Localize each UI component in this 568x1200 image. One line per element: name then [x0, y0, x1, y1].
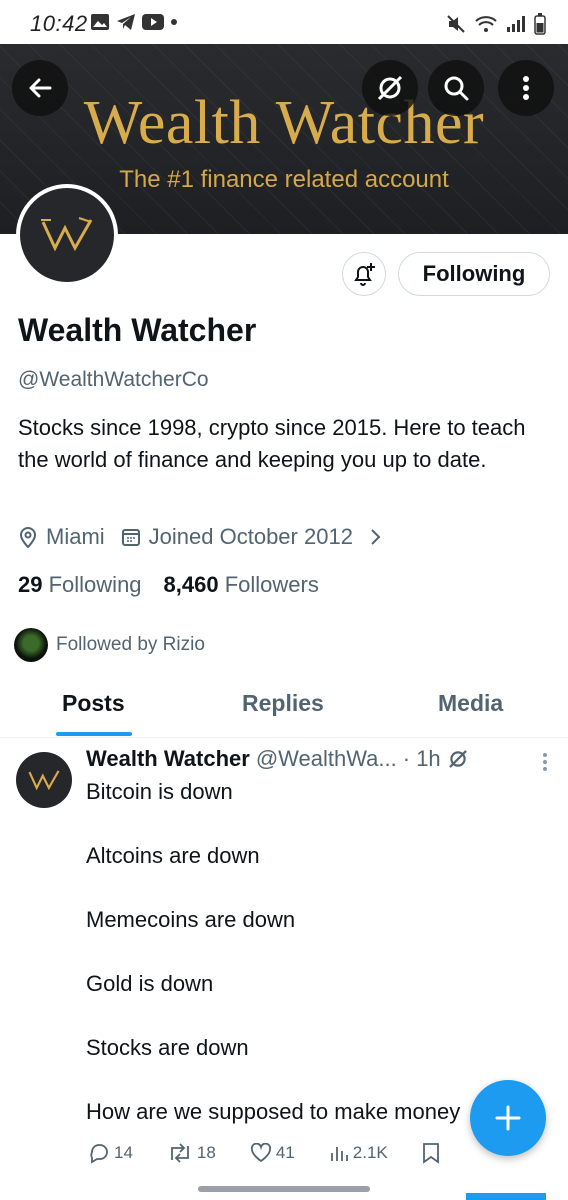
following-link[interactable]: 29 Following: [18, 572, 142, 598]
ww-logo-icon: [41, 217, 93, 252]
reply-icon: [90, 1144, 108, 1164]
more-vertical-icon: [543, 753, 547, 771]
heart-icon: [250, 1143, 271, 1163]
search-icon: [444, 76, 469, 101]
tweet-actions: 14 18 41 2.1K: [88, 1142, 474, 1164]
follow-counts: 29 Following 8,460 Followers: [18, 572, 319, 598]
wifi-icon: [475, 16, 497, 32]
telegram-icon: [117, 14, 135, 30]
bookmark-button[interactable]: [422, 1142, 440, 1164]
status-time: 10:42: [30, 11, 88, 36]
mute-icon: [447, 15, 465, 33]
home-indicator[interactable]: [198, 1186, 370, 1192]
grok-icon: [377, 75, 403, 101]
banner-title: Wealth Watcher: [83, 89, 485, 157]
status-bar: 10:42: [0, 0, 568, 44]
more-options-button[interactable]: [498, 60, 554, 116]
youtube-icon: [142, 14, 164, 30]
followers-link[interactable]: 8,460 Followers: [164, 572, 319, 598]
gallery-icon: [91, 14, 109, 30]
compose-button[interactable]: [470, 1080, 546, 1156]
follower-avatar: [14, 628, 48, 662]
tweet-text: Bitcoin is down Altcoins are down Memeco…: [86, 779, 461, 1124]
followed-by-text: Followed by Rizio: [56, 634, 205, 655]
grok-button[interactable]: [362, 60, 418, 116]
notifications-bell-button[interactable]: [342, 252, 386, 296]
tab-replies[interactable]: Replies: [242, 690, 324, 717]
tweet-author[interactable]: Wealth Watcher: [86, 746, 250, 772]
profile-name: Wealth Watcher: [18, 312, 257, 348]
profile-location: Miami: [46, 524, 105, 549]
bottom-nav-edge: [466, 1193, 546, 1200]
tweet-time: · 1h: [402, 746, 441, 771]
signal-icon: [507, 16, 525, 32]
dot-icon: [171, 19, 177, 25]
active-tab-indicator: [56, 732, 132, 736]
reply-button[interactable]: 14: [88, 1142, 133, 1164]
bar-chart-icon: [330, 1147, 348, 1161]
bell-plus-icon: [354, 263, 375, 286]
notification-icons: [90, 13, 178, 31]
calendar-icon: [121, 529, 140, 546]
system-icons: [446, 13, 546, 35]
tab-media[interactable]: Media: [438, 690, 503, 717]
profile-joined: Joined October 2012: [148, 524, 353, 549]
tweet-handle: @WealthWa...: [255, 746, 397, 771]
like-button[interactable]: 41: [250, 1143, 295, 1163]
profile-handle: @WealthWatcherCo: [18, 368, 209, 391]
profile-meta: Miami Joined October 2012: [18, 524, 383, 550]
retweet-icon: [171, 1143, 189, 1163]
battery-icon: [534, 13, 546, 35]
chevron-right-icon[interactable]: [369, 527, 383, 547]
views-button[interactable]: 2.1K: [329, 1143, 388, 1163]
back-button[interactable]: [12, 60, 68, 116]
following-button[interactable]: Following: [398, 252, 550, 296]
profile-tabs: Posts Replies Media: [0, 680, 568, 738]
more-vertical-icon: [523, 76, 529, 100]
bookmark-icon: [422, 1143, 439, 1164]
tweet-more-button[interactable]: [542, 752, 548, 777]
plus-icon: [495, 1105, 521, 1131]
tweet-avatar[interactable]: [16, 752, 72, 808]
profile-avatar[interactable]: [16, 184, 118, 286]
location-pin-icon: [19, 527, 37, 548]
followed-by[interactable]: Followed by Rizio: [14, 628, 205, 662]
profile-bio: Stocks since 1998, crypto since 2015. He…: [18, 415, 526, 472]
arrow-left-icon: [29, 78, 52, 98]
grok-icon[interactable]: [447, 748, 469, 770]
search-button[interactable]: [428, 60, 484, 116]
tweet-header: Wealth Watcher @WealthWa... · 1h: [86, 746, 469, 772]
tab-posts[interactable]: Posts: [62, 690, 125, 717]
ww-logo-icon: [28, 770, 60, 791]
retweet-button[interactable]: 18: [167, 1142, 216, 1164]
